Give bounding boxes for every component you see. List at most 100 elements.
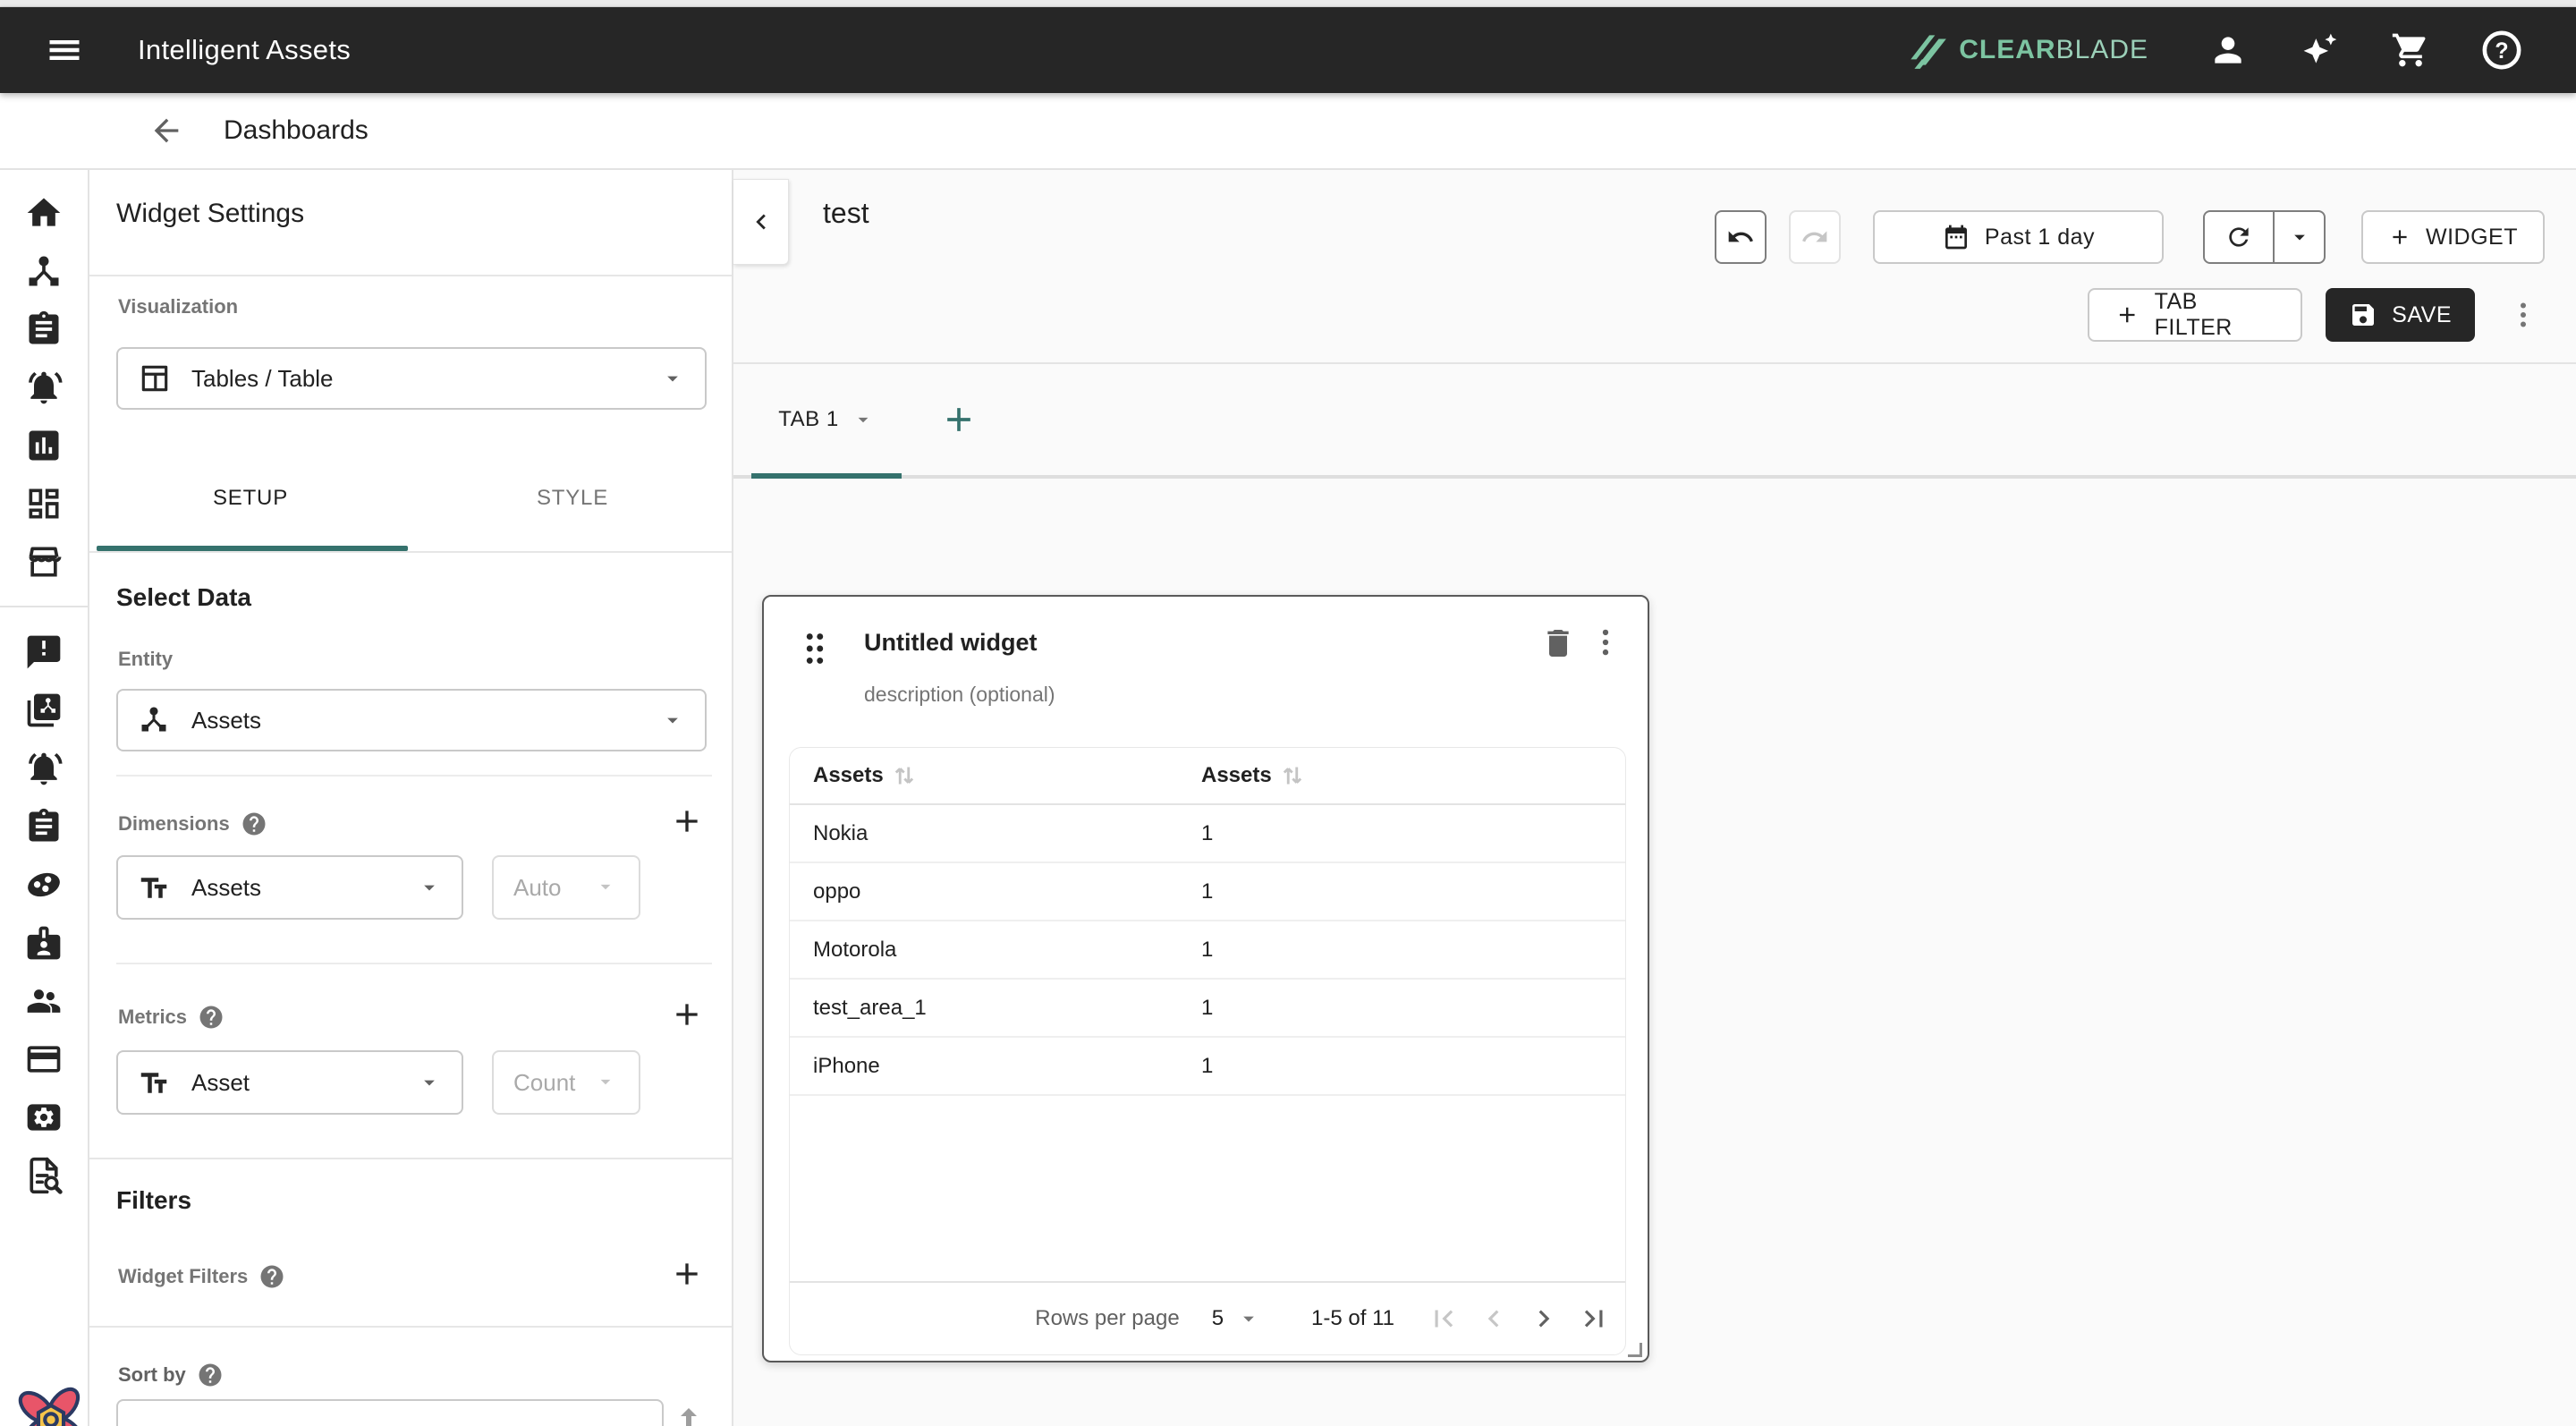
metric-agg-select[interactable]: Count — [492, 1050, 640, 1115]
help-icon[interactable]: ? — [2481, 30, 2522, 71]
sidebar-media-reel-icon[interactable] — [22, 863, 65, 906]
table-row[interactable]: iPhone 1 — [790, 1038, 1625, 1096]
first-page-button[interactable] — [1421, 1296, 1466, 1341]
sort-field-input[interactable] — [116, 1399, 664, 1426]
table-row[interactable]: Motorola 1 — [790, 921, 1625, 980]
chevron-left-icon — [746, 207, 776, 237]
sidebar-tasks-clipboard-icon[interactable] — [22, 805, 65, 848]
sidebar-store-icon[interactable] — [22, 540, 65, 583]
sidebar-assets-hub-icon[interactable] — [22, 250, 65, 293]
plus-icon — [939, 400, 979, 439]
table-row[interactable]: oppo 1 — [790, 863, 1625, 921]
help-circle-icon[interactable] — [258, 1263, 285, 1290]
sort-arrows-icon — [1275, 759, 1309, 793]
delete-widget-button[interactable] — [1540, 625, 1580, 665]
toolbar-row-2: TAB FILTER SAVE — [2088, 288, 2545, 342]
chevron-down-icon[interactable] — [852, 408, 875, 431]
entity-select[interactable]: Assets — [116, 689, 707, 751]
section-divider — [89, 1326, 732, 1328]
add-widget-filter-button[interactable] — [667, 1254, 707, 1294]
drag-handle-icon[interactable] — [794, 625, 835, 672]
sidebar-asset-types-icon[interactable] — [22, 689, 65, 732]
tab-style[interactable]: STYLE — [411, 449, 733, 547]
sidebar-clipboard-icon[interactable] — [22, 308, 65, 351]
table-row[interactable]: Nokia 1 — [790, 805, 1625, 863]
column-header-assets-count[interactable]: Assets — [1201, 759, 1625, 793]
date-range-button[interactable]: Past 1 day — [1873, 210, 2164, 264]
entity-value: Assets — [191, 707, 261, 734]
cell-asset-name: Nokia — [790, 821, 1201, 846]
visualization-select[interactable]: Tables / Table — [116, 347, 707, 410]
back-arrow-icon[interactable] — [147, 111, 186, 150]
sidebar-dashboards-icon[interactable] — [22, 482, 65, 525]
calendar-icon — [1942, 223, 1970, 251]
dashboard-more-options-button[interactable] — [2502, 293, 2545, 336]
chevron-down-icon[interactable] — [1236, 1306, 1261, 1331]
sidebar-alerts-bell-icon[interactable] — [22, 366, 65, 409]
save-button[interactable]: SAVE — [2326, 288, 2475, 342]
table-row[interactable]: test_area_1 1 — [790, 980, 1625, 1038]
next-page-button[interactable] — [1521, 1296, 1566, 1341]
add-tab-button[interactable] — [937, 398, 980, 441]
sparkle-ai-icon[interactable] — [2299, 30, 2340, 71]
sidebar-badge-icon[interactable] — [22, 921, 65, 964]
refresh-options-button[interactable] — [2275, 212, 2324, 262]
account-icon[interactable] — [2207, 30, 2249, 71]
widget-title[interactable]: Untitled widget — [864, 629, 1037, 657]
widget-more-options-button[interactable] — [1589, 625, 1628, 665]
help-circle-icon[interactable] — [241, 811, 267, 837]
refresh-button[interactable] — [2205, 212, 2273, 262]
metric-field-select[interactable]: Asset — [116, 1050, 463, 1115]
previous-page-button[interactable] — [1471, 1296, 1516, 1341]
add-dimension-button[interactable] — [667, 802, 707, 841]
sidebar-settings-gear-icon[interactable] — [22, 1096, 65, 1139]
visualization-value: Tables / Table — [191, 365, 334, 393]
widget-resize-handle[interactable] — [1628, 1343, 1642, 1357]
redo-button[interactable] — [1789, 210, 1841, 264]
sidebar-users-icon[interactable] — [22, 980, 65, 1023]
help-circle-icon[interactable] — [197, 1362, 224, 1388]
cell-asset-name: oppo — [790, 879, 1201, 904]
sidebar-billing-card-icon[interactable] — [22, 1038, 65, 1081]
dashboard-title[interactable]: test — [823, 197, 869, 230]
widget-card[interactable]: Untitled widget description (optional) A… — [762, 595, 1649, 1362]
sidebar-chart-icon[interactable] — [22, 424, 65, 467]
text-fields-icon — [138, 870, 172, 904]
cell-asset-count: 1 — [1201, 1054, 1625, 1079]
add-tab-filter-button[interactable]: TAB FILTER — [2088, 288, 2302, 342]
hamburger-menu-icon[interactable] — [41, 27, 88, 73]
widget-description[interactable]: description (optional) — [864, 683, 1055, 707]
plus-icon — [2114, 301, 2140, 328]
undo-button[interactable] — [1715, 210, 1767, 264]
sidebar-audit-search-icon[interactable] — [22, 1154, 65, 1197]
dimension-field-select[interactable]: Assets — [116, 855, 463, 920]
cell-asset-count: 1 — [1201, 821, 1625, 846]
sort-direction-arrow-icon[interactable] — [673, 1403, 705, 1426]
brand-light: BLADE — [2056, 35, 2148, 64]
dashboard-main: test Past 1 day — [733, 170, 2576, 1426]
last-page-button[interactable] — [1572, 1296, 1616, 1341]
sidebar-home-icon[interactable] — [22, 191, 65, 234]
help-circle-icon[interactable] — [198, 1004, 225, 1031]
add-metric-button[interactable] — [667, 995, 707, 1034]
hub-icon — [138, 703, 172, 737]
collapse-panel-button[interactable] — [733, 179, 789, 265]
app-title: Intelligent Assets — [138, 34, 351, 66]
tab-setup[interactable]: SETUP — [89, 449, 411, 547]
add-widget-button[interactable]: WIDGET — [2361, 210, 2545, 264]
rail-divider — [0, 606, 89, 607]
cell-asset-count: 1 — [1201, 938, 1625, 963]
dimension-agg-select[interactable]: Auto — [492, 855, 640, 920]
date-range-label: Past 1 day — [1985, 225, 2095, 250]
pagination-range: 1-5 of 11 — [1311, 1306, 1394, 1331]
trash-icon — [1540, 625, 1576, 661]
cart-icon[interactable] — [2390, 30, 2431, 71]
metric-value: Asset — [191, 1069, 250, 1097]
sidebar-feedback-icon[interactable] — [22, 631, 65, 674]
column-header-assets[interactable]: Assets — [790, 759, 1201, 793]
rows-per-page-value[interactable]: 5 — [1212, 1306, 1224, 1331]
tab-1[interactable]: TAB 1 — [751, 364, 902, 475]
svg-text:?: ? — [2495, 38, 2508, 64]
topbar: Intelligent Assets CLEARBLADE ? — [0, 7, 2576, 93]
sidebar-alert-types-bell-icon[interactable] — [22, 747, 65, 790]
